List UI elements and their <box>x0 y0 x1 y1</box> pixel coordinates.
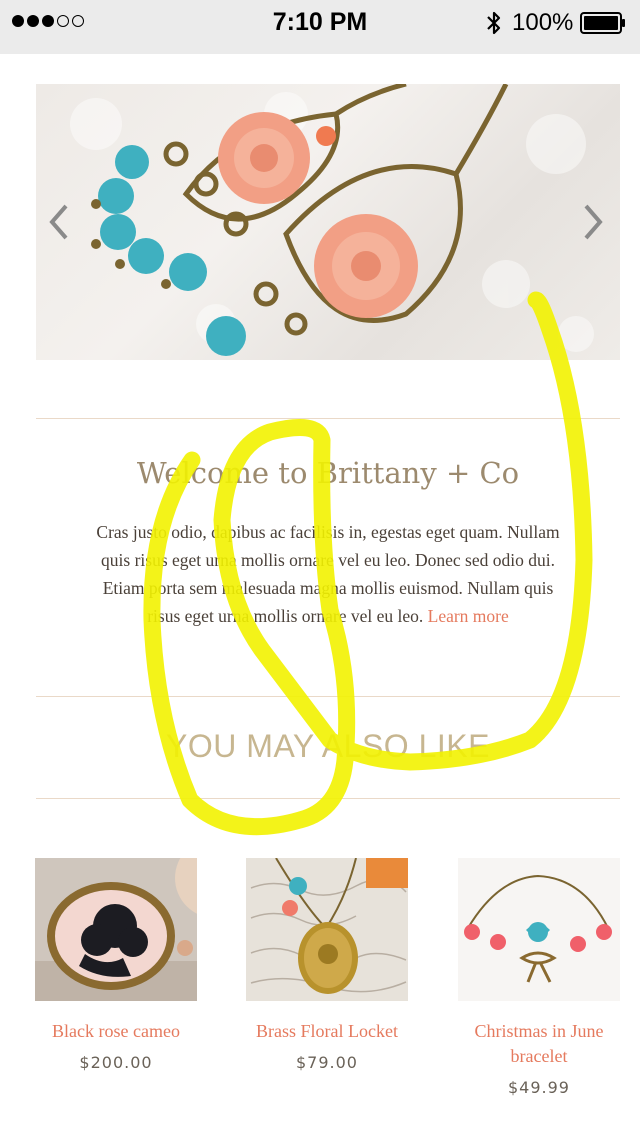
brass-floral-locket-image[interactable] <box>246 858 408 1001</box>
chevron-left-icon[interactable] <box>44 200 74 244</box>
product-price: $200.00 <box>79 1053 153 1072</box>
battery-icon <box>580 12 625 34</box>
welcome-title: Welcome to Brittany + Co <box>136 456 520 490</box>
product-name[interactable]: Black rose cameo <box>35 1019 197 1044</box>
section-heading: YOU MAY ALSO LIKE <box>166 728 490 764</box>
welcome-text: Cras justo odio, dapibus ac facilisis in… <box>86 518 570 630</box>
bracelet-image[interactable] <box>458 858 620 1001</box>
learn-more-link[interactable]: Learn more <box>428 606 509 626</box>
black-rose-cameo-image[interactable] <box>35 858 197 1001</box>
status-bar: 7:10 PM 100% <box>0 0 640 54</box>
product-name[interactable]: Brass Floral Locket <box>246 1019 408 1044</box>
divider <box>36 798 620 799</box>
product-price: $49.99 <box>508 1078 570 1097</box>
product-card[interactable]: Brass Floral Locket $79.00 <box>246 858 408 1072</box>
product-price: $79.00 <box>296 1053 358 1072</box>
divider <box>36 696 620 697</box>
product-card[interactable]: Black rose cameo $200.00 <box>35 858 197 1072</box>
chevron-right-icon[interactable] <box>578 200 608 244</box>
hero-earrings-image[interactable] <box>36 84 620 360</box>
product-name[interactable]: Christmas in June bracelet <box>458 1019 620 1069</box>
divider <box>36 418 620 419</box>
bluetooth-icon <box>487 11 501 35</box>
product-card[interactable]: Christmas in June bracelet $49.99 <box>458 858 620 1097</box>
battery-percent: 100% <box>512 9 574 36</box>
